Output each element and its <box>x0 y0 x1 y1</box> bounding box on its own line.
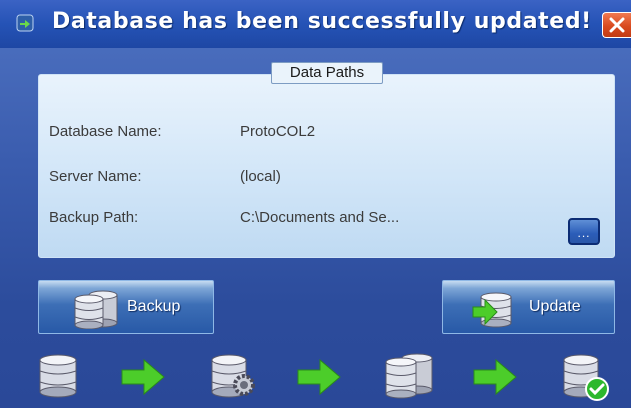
arrow-right-icon <box>297 358 341 396</box>
database-stack-icon <box>74 290 118 329</box>
database-update-icon <box>472 292 512 328</box>
close-icon <box>609 17 625 33</box>
close-button[interactable] <box>602 12 631 38</box>
server-name-label: Server Name: <box>49 168 142 185</box>
server-name-value: (local) <box>240 168 281 185</box>
backup-button-label: Backup <box>127 298 181 315</box>
browse-button[interactable]: ... <box>568 218 600 245</box>
arrow-right-icon <box>473 358 517 396</box>
title-bar: Database has been successfully updated! <box>0 0 631 48</box>
database-check-icon <box>563 354 609 401</box>
database-icon <box>39 354 77 398</box>
update-button-label: Update <box>529 298 581 315</box>
update-button[interactable]: Update <box>442 280 615 334</box>
database-settings-icon <box>211 354 255 398</box>
database-name-value: ProtoCOL2 <box>240 123 316 140</box>
database-stack-icon <box>385 353 433 399</box>
backup-button[interactable]: Backup <box>38 280 214 334</box>
window-title: Database has been successfully updated! <box>52 9 592 34</box>
dialog-window: Database has been successfully updated! … <box>0 0 631 408</box>
app-icon <box>16 14 34 32</box>
database-name-label: Database Name: <box>49 123 162 140</box>
data-paths-panel <box>38 74 615 258</box>
backup-path-label: Backup Path: <box>49 209 139 226</box>
backup-path-value: C:\Documents and Se... <box>240 209 400 226</box>
panel-title: Data Paths <box>271 62 383 84</box>
arrow-right-icon <box>121 358 165 396</box>
